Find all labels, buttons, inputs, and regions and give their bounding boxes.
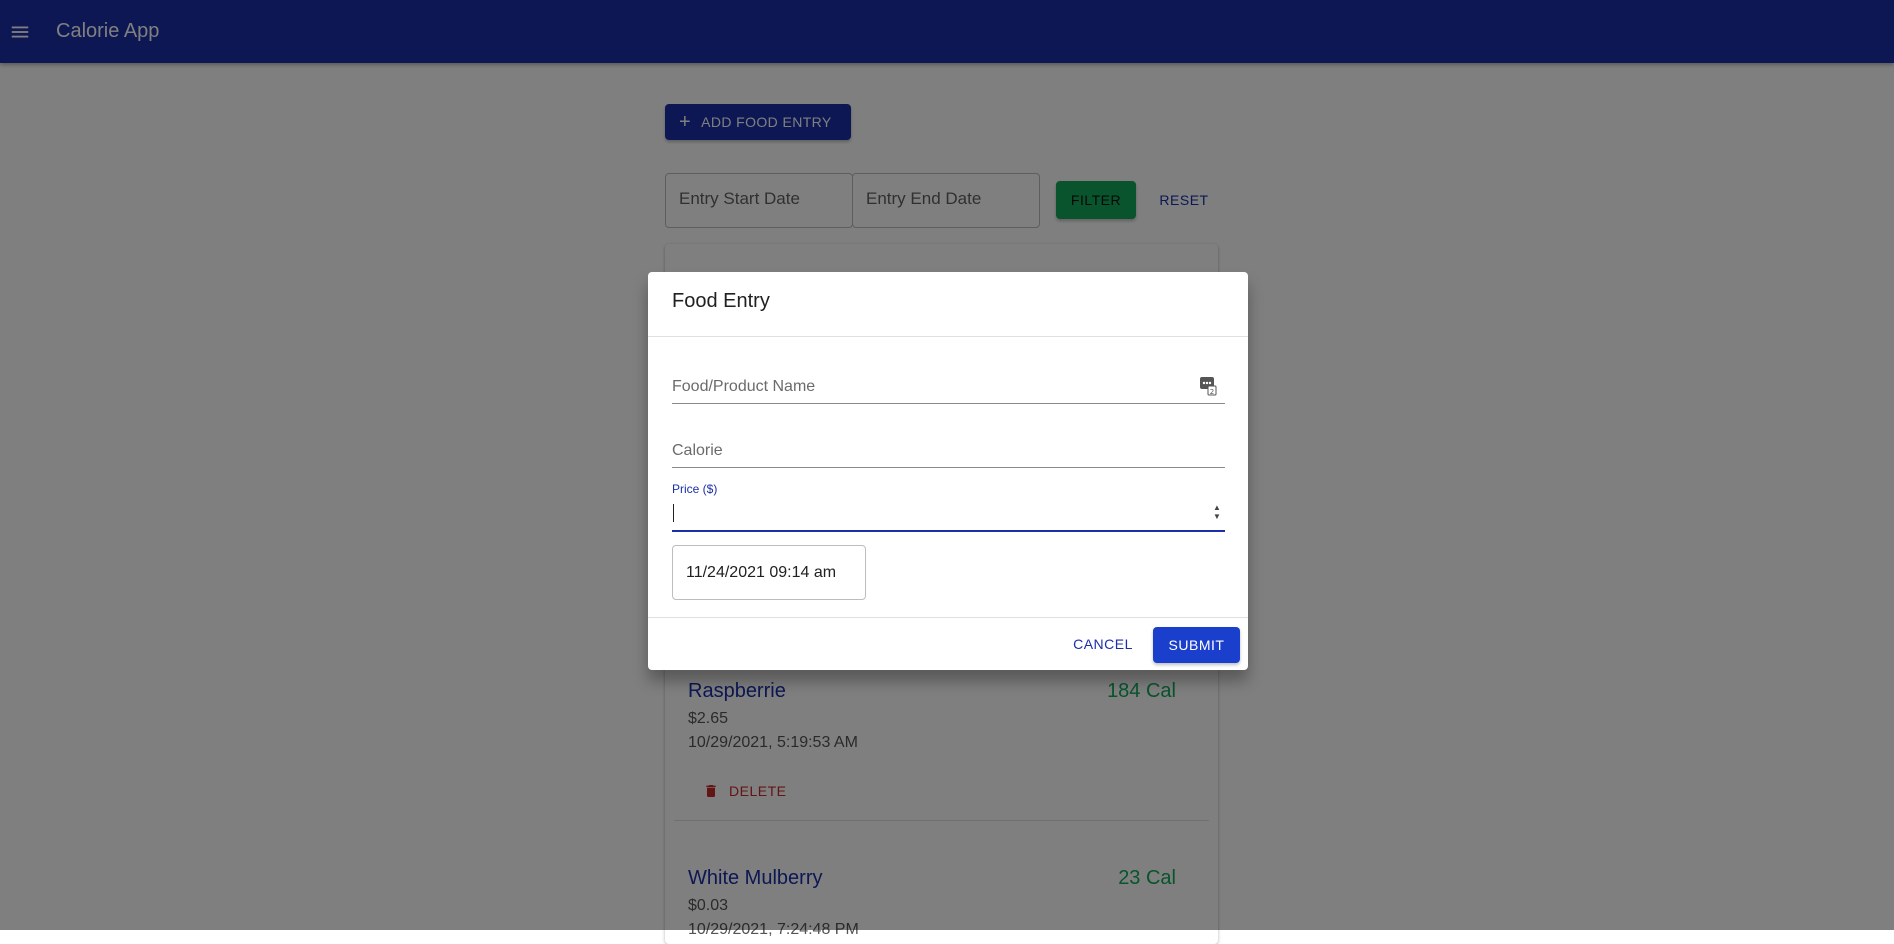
dialog-actions-divider <box>648 617 1248 618</box>
price-input[interactable] <box>672 500 1192 526</box>
calorie-input[interactable]: Calorie <box>672 432 1225 468</box>
cancel-button[interactable]: CANCEL <box>1067 627 1139 661</box>
food-name-input[interactable]: Food/Product Name 2 <box>672 368 1225 404</box>
text-caret <box>673 504 674 522</box>
calorie-label: Calorie <box>672 442 723 459</box>
entry-datetime-value: 11/24/2021 09:14 am <box>686 564 837 581</box>
food-name-label: Food/Product Name <box>672 378 816 395</box>
password-manager-icon[interactable]: 2 <box>1199 376 1217 396</box>
price-label: Price ($) <box>672 482 718 496</box>
submit-button[interactable]: SUBMIT <box>1153 627 1240 663</box>
spinner-down-icon[interactable]: ▼ <box>1213 512 1221 521</box>
food-entry-dialog: Food Entry Food/Product Name 2 Calorie P… <box>648 272 1248 670</box>
dialog-title: Food Entry <box>672 290 770 312</box>
number-spinner[interactable]: ▲ ▼ <box>1211 502 1223 522</box>
spinner-up-icon[interactable]: ▲ <box>1213 503 1221 512</box>
entry-datetime-input[interactable]: 11/24/2021 09:14 am <box>672 545 866 600</box>
svg-text:2: 2 <box>1210 388 1214 396</box>
price-field: Price ($) ▲ ▼ <box>672 480 1225 532</box>
dialog-divider <box>648 336 1248 337</box>
